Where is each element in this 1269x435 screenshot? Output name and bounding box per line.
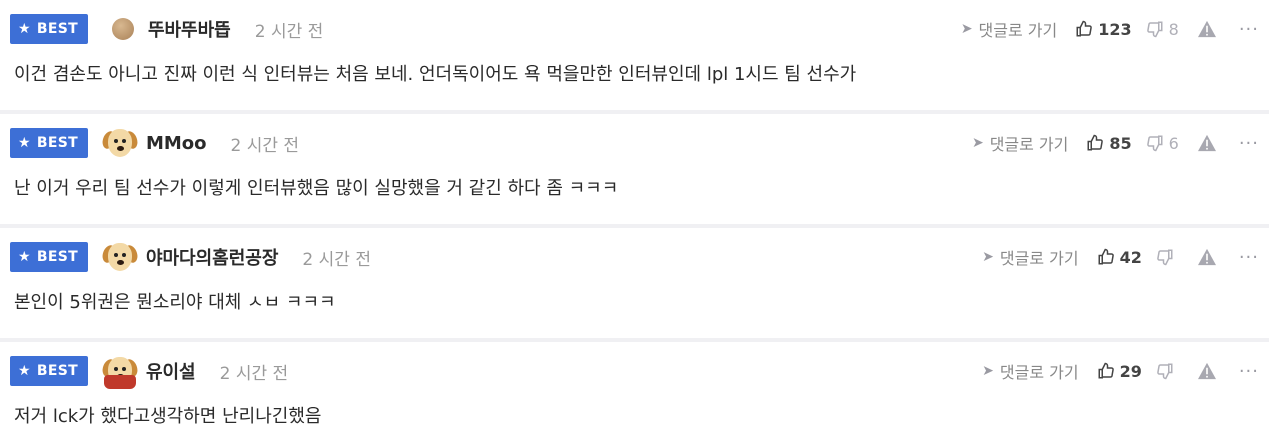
upvote-count: 42	[1119, 247, 1142, 267]
go-to-reply-label: 댓글로 가기	[999, 249, 1079, 268]
nickname[interactable]: 뚜바뚜바뜹	[148, 16, 231, 42]
upvote-count: 29	[1119, 361, 1142, 381]
star-icon: ★	[18, 135, 31, 151]
upvote-count: 123	[1098, 19, 1132, 39]
comment-text: 본인이 5위권은 뭔소리야 대체 ㅅㅂ ㅋㅋㅋ	[14, 292, 336, 313]
comment-header: ★ BEST 유이설 2 시간 전 ➤ 댓글로 가기 29 ···	[10, 353, 1259, 389]
best-badge: ★ BEST	[10, 242, 88, 272]
send-arrow-icon: ➤	[971, 135, 984, 151]
comment-item: ★ BEST 야마다의홈런공장 2 시간 전 ➤ 댓글로 가기 42 ··· 본…	[0, 228, 1269, 340]
timestamp: 2 시간 전	[254, 21, 324, 42]
report-button[interactable]	[1197, 362, 1217, 380]
thumbs-up-icon	[1076, 20, 1093, 37]
comment-item: ★ BEST 유이설 2 시간 전 ➤ 댓글로 가기 29 ··· 저거 lck…	[0, 342, 1269, 435]
nickname[interactable]: MMoo	[146, 133, 207, 154]
more-options-button[interactable]: ···	[1239, 361, 1259, 382]
thumbs-down-icon	[1146, 21, 1163, 38]
go-to-reply-label: 댓글로 가기	[978, 21, 1058, 40]
comment-actions: ➤ 댓글로 가기 123 8 ···	[961, 17, 1259, 41]
upvote-button[interactable]: 85	[1086, 133, 1132, 153]
go-to-reply-button[interactable]: ➤ 댓글로 가기	[961, 17, 1057, 41]
more-options-button[interactable]: ···	[1239, 247, 1259, 268]
downvote-button[interactable]: 6	[1146, 134, 1179, 153]
comment-header: ★ BEST MMoo 2 시간 전 ➤ 댓글로 가기 85 6 ···	[10, 126, 1259, 160]
star-icon: ★	[18, 249, 31, 265]
downvote-count: 6	[1168, 133, 1179, 153]
send-arrow-icon: ➤	[982, 363, 994, 379]
caped-dog-avatar[interactable]	[100, 353, 140, 389]
timestamp: 2 시간 전	[219, 363, 289, 384]
more-options-button[interactable]: ···	[1239, 19, 1259, 40]
best-badge-label: BEST	[36, 249, 78, 265]
go-to-reply-button[interactable]: ➤ 댓글로 가기	[972, 131, 1068, 155]
nickname[interactable]: 유이설	[146, 358, 196, 384]
best-badge: ★ BEST	[10, 356, 88, 386]
report-button[interactable]	[1197, 20, 1217, 38]
orb-avatar[interactable]	[111, 18, 134, 40]
timestamp: 2 시간 전	[230, 135, 300, 156]
thumbs-up-icon	[1098, 248, 1114, 265]
downvote-button[interactable]: 8	[1146, 20, 1179, 39]
downvote-button[interactable]	[1156, 362, 1179, 380]
warning-icon	[1197, 20, 1216, 38]
thumbs-up-icon	[1098, 362, 1114, 379]
comment-text: 이건 겸손도 아니고 진짜 이런 식 인터뷰는 처음 보네. 언더독이어도 욕 …	[14, 64, 857, 85]
report-button[interactable]	[1197, 134, 1217, 152]
send-arrow-icon: ➤	[982, 249, 994, 265]
comment-text: 난 이거 우리 팀 선수가 이렇게 인터뷰했음 많이 실망했을 거 같긴 하다 …	[14, 178, 619, 199]
warning-icon	[1197, 248, 1216, 266]
upvote-button[interactable]: 123	[1075, 19, 1132, 39]
star-icon: ★	[18, 363, 31, 379]
upvote-button[interactable]: 42	[1097, 248, 1142, 267]
best-badge-label: BEST	[36, 363, 78, 379]
comment-header: ★ BEST 뚜바뚜바뜹 2 시간 전 ➤ 댓글로 가기 123 8 ···	[10, 12, 1259, 46]
comment-actions: ➤ 댓글로 가기 42 ···	[982, 245, 1259, 269]
star-icon: ★	[18, 21, 31, 37]
downvote-button[interactable]	[1156, 248, 1179, 266]
dog-avatar[interactable]	[100, 239, 140, 275]
go-to-reply-button[interactable]: ➤ 댓글로 가기	[982, 359, 1078, 383]
go-to-reply-label: 댓글로 가기	[989, 135, 1069, 154]
comment-item: ★ BEST 뚜바뚜바뜹 2 시간 전 ➤ 댓글로 가기 123 8 ··· 이…	[0, 0, 1269, 112]
go-to-reply-button[interactable]: ➤ 댓글로 가기	[982, 245, 1078, 269]
comment-list: ★ BEST 뚜바뚜바뜹 2 시간 전 ➤ 댓글로 가기 123 8 ··· 이…	[0, 0, 1269, 435]
best-badge: ★ BEST	[10, 14, 88, 44]
nickname[interactable]: 야마다의홈런공장	[146, 244, 278, 270]
dog-avatar[interactable]	[100, 125, 140, 161]
comment-header: ★ BEST 야마다의홈런공장 2 시간 전 ➤ 댓글로 가기 42 ···	[10, 240, 1259, 274]
best-badge-label: BEST	[36, 135, 78, 151]
upvote-count: 85	[1109, 133, 1132, 153]
comment-text: 저거 lck가 했다고생각하면 난리나긴했음	[14, 406, 322, 427]
go-to-reply-label: 댓글로 가기	[999, 363, 1079, 382]
send-arrow-icon: ➤	[960, 21, 973, 37]
upvote-button[interactable]: 29	[1097, 362, 1142, 381]
warning-icon	[1197, 362, 1216, 380]
thumbs-down-icon	[1146, 135, 1163, 152]
comment-actions: ➤ 댓글로 가기 29 ···	[982, 359, 1259, 383]
thumbs-down-icon	[1157, 363, 1173, 380]
comment-item: ★ BEST MMoo 2 시간 전 ➤ 댓글로 가기 85 6 ··· 난 이…	[0, 114, 1269, 226]
thumbs-down-icon	[1157, 249, 1173, 266]
comment-actions: ➤ 댓글로 가기 85 6 ···	[972, 131, 1259, 155]
best-badge-label: BEST	[36, 21, 78, 37]
warning-icon	[1197, 134, 1216, 152]
more-options-button[interactable]: ···	[1239, 133, 1259, 154]
best-badge: ★ BEST	[10, 128, 88, 158]
downvote-count: 8	[1168, 19, 1179, 39]
timestamp: 2 시간 전	[302, 249, 371, 270]
thumbs-up-icon	[1087, 134, 1104, 151]
report-button[interactable]	[1197, 248, 1217, 266]
